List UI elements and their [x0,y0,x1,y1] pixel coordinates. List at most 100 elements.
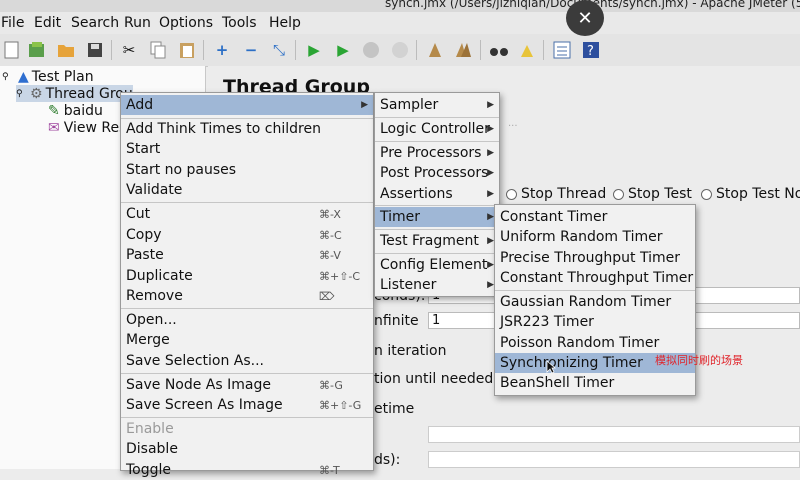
paste-icon[interactable] [176,39,198,61]
specify-lifetime-label: etime [374,401,415,417]
menu-item-disable[interactable]: Disable [121,439,373,459]
start-icon[interactable]: ▶ [303,39,325,61]
menu-help[interactable]: Help [269,15,301,31]
reset-search-icon[interactable] [516,39,538,61]
loop-infinite-label: nfinite [374,313,419,329]
chevron-right-icon: ▶ [487,168,494,178]
chevron-right-icon: ▶ [487,100,494,110]
chevron-right-icon: ▶ [361,100,368,110]
menu-item-validate[interactable]: Validate [121,180,373,200]
menu-item-sampler[interactable]: Sampler ▶ [375,95,499,115]
menu-item-jsr223-timer[interactable]: JSR223 Timer [495,312,695,332]
tree-item-thread-group[interactable]: ⚲ ⚙ Thread Grou [16,85,133,102]
menu-item-gaussian-random-timer[interactable]: Gaussian Random Timer [495,292,695,312]
menu-item-add-think-times[interactable]: Add Think Times to children [121,119,373,139]
tree-item-test-plan[interactable]: ⚲ ▲ Test Plan [2,68,94,85]
shutdown-icon[interactable] [389,39,411,61]
menu-item-assertions[interactable]: Assertions ▶ [375,184,499,204]
menu-item-constant-timer[interactable]: Constant Timer [495,207,695,227]
menu-item-add[interactable]: Add ▶ [121,95,373,115]
collapse-icon[interactable]: − [240,39,262,61]
chevron-right-icon: ▶ [487,189,494,199]
sampler-icon: ✎ [48,102,60,119]
open-folder-icon[interactable] [55,39,77,61]
menu-item-copy[interactable]: Copy ⌘-C [121,225,373,245]
menu-bar: File Edit Search Run Options Tools Help [0,12,800,34]
tree-label: baidu [63,102,103,119]
menu-item-toggle[interactable]: Toggle ⌘-T [121,460,373,480]
test-plan-icon: ▲ [18,68,29,85]
annotation-text: 模拟同时刷的场景 [655,354,743,367]
menu-run[interactable]: Run [124,15,151,31]
menu-item-enable: Enable [126,421,174,437]
chevron-right-icon: ▶ [487,280,494,290]
tree-item-baidu[interactable]: ✎ baidu [48,102,103,119]
startup-delay-input[interactable] [428,451,800,468]
menu-item-logic-controller[interactable]: Logic Controller ▶ [375,119,499,139]
cut-icon[interactable]: ✂ [118,39,140,61]
menu-item-poisson-random-timer[interactable]: Poisson Random Timer [495,333,695,353]
chevron-right-icon: ▶ [487,212,494,222]
same-user-label: n iteration [374,343,447,359]
chevron-right-icon: ▶ [487,236,494,246]
menu-item-listener[interactable]: Listener ▶ [375,275,499,295]
clear-icon[interactable] [424,39,446,61]
menu-search[interactable]: Search [71,15,119,31]
delay-creation-label: tion until needed [374,371,494,387]
start-no-pauses-icon[interactable]: ▶ [332,39,354,61]
new-file-icon[interactable] [1,39,23,61]
menu-item-save-screen-image[interactable]: Save Screen As Image ⌘+⇧-G [121,395,373,415]
menu-item-start-no-pauses[interactable]: Start no pauses [121,160,373,180]
menu-item-save-selection-as[interactable]: Save Selection As... [121,351,373,371]
menu-item-save-node-image[interactable]: Save Node As Image ⌘-G [121,375,373,395]
menu-file[interactable]: File [1,15,24,31]
menu-item-start[interactable]: Start [121,139,373,159]
menu-item-paste[interactable]: Paste ⌘-V [121,245,373,265]
tree-item-view-results[interactable]: ✉ View Res [48,119,126,136]
menu-item-post-processors[interactable]: Post Processors ▶ [375,163,499,183]
toggle-icon[interactable]: ⤡ [268,39,290,61]
expand-icon[interactable]: + [211,39,233,61]
menu-item-merge[interactable]: Merge [121,330,373,350]
add-submenu: Sampler ▶ Logic Controller ▶ Pre Processor… [374,92,500,297]
duration-input[interactable] [428,426,800,443]
chevron-right-icon: ▶ [487,148,494,158]
menu-item-config-element[interactable]: Config Element ▶ [375,255,499,275]
faint-text: ··· [508,121,518,132]
copy-icon[interactable] [147,39,169,61]
menu-item-beanshell-timer[interactable]: BeanShell Timer [495,373,695,393]
function-helper-icon[interactable] [551,39,573,61]
stop-icon[interactable] [360,39,382,61]
menu-item-cut[interactable]: Cut ⌘-X [121,204,373,224]
close-icon[interactable]: ✕ [566,0,604,36]
menu-item-duplicate[interactable]: Duplicate ⌘+⇧-C [121,266,373,286]
menu-item-remove[interactable]: Remove ⌦ [121,286,373,306]
tree-label: View Res [63,119,127,136]
menu-item-open[interactable]: Open... [121,310,373,330]
menu-item-uniform-random-timer[interactable]: Uniform Random Timer [495,227,695,247]
menu-item-pre-processors[interactable]: Pre Processors ▶ [375,143,499,163]
save-icon[interactable] [84,39,106,61]
search-icon[interactable] [488,39,510,61]
menu-edit[interactable]: Edit [34,15,61,31]
mouse-cursor-icon [546,360,557,378]
stop-thread-radio[interactable]: Stop Thread [506,186,606,202]
menu-item-constant-throughput-timer[interactable]: Constant Throughput Timer [495,268,695,288]
menu-tools[interactable]: Tools [222,15,257,31]
listener-icon: ✉ [48,119,60,136]
tree-label: Test Plan [31,68,94,85]
tree-expander-icon[interactable]: ⚲ [16,89,28,99]
stop-test-radio[interactable]: Stop Test [613,186,692,202]
chevron-right-icon: ▶ [487,124,494,134]
chevron-right-icon: ▶ [487,260,494,270]
help-icon[interactable]: ? [580,39,602,61]
menu-item-precise-throughput-timer[interactable]: Precise Throughput Timer [495,248,695,268]
tree-expander-icon[interactable]: ⚲ [2,72,14,82]
menu-options[interactable]: Options [159,15,213,31]
templates-icon[interactable] [26,39,48,61]
menu-item-test-fragment[interactable]: Test Fragment ▶ [375,231,499,251]
stop-test-now-radio[interactable]: Stop Test No [701,186,800,202]
startup-delay-label: ds): [374,452,401,468]
clear-all-icon[interactable] [452,39,474,61]
menu-item-timer[interactable]: Timer ▶ [375,207,499,227]
